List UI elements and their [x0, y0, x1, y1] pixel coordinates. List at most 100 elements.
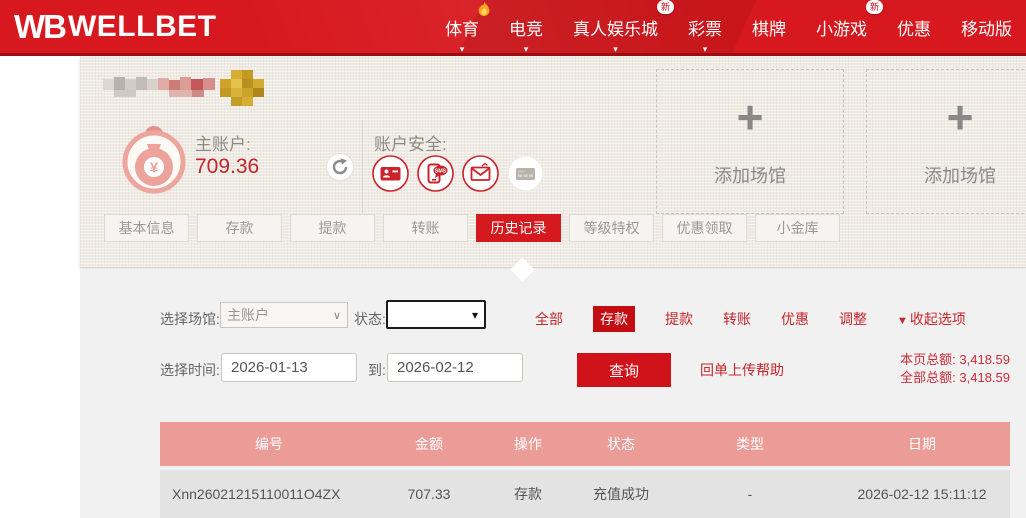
date-from-input[interactable]	[221, 353, 357, 382]
col-header-date: 日期	[908, 436, 936, 452]
nav-item-label: 真人娱乐城	[573, 20, 658, 39]
nav-item-lottery[interactable]: 彩票 ▾	[688, 13, 722, 54]
totals-summary: 本页总额: 3,418.59 全部总额: 3,418.59	[900, 351, 1010, 387]
money-bag-icon: ¥	[120, 118, 188, 199]
add-venue-label: 添加场馆	[924, 166, 996, 186]
chevron-down-icon: ▾	[471, 307, 478, 322]
status-filter-label: 状态:	[354, 311, 386, 327]
nav-item-label: 小游戏	[816, 20, 867, 39]
nav-item-sports[interactable]: 体育 ▾	[445, 1, 490, 54]
col-header-id: 编号	[255, 436, 283, 452]
plus-icon: +	[736, 91, 764, 143]
account-tabs: 基本信息 存款 提款 转账 历史记录 等级特权 优惠领取 小金库	[104, 214, 840, 242]
plus-icon: +	[946, 91, 974, 143]
date-filter-label: 选择时间:	[160, 362, 220, 378]
filter-adjustment[interactable]: 调整	[839, 309, 867, 329]
cell-operation: 存款	[514, 486, 542, 502]
tab-withdraw[interactable]: 提款	[290, 214, 375, 242]
top-navbar: WB WELLBET 体育 ▾ 电竞 ▾ 真人娱乐城 新 ▾ 彩票 ▾ 棋牌 小…	[0, 0, 1026, 56]
cell-amount: 707.33	[407, 486, 451, 502]
nav-item-esports[interactable]: 电竞 ▾	[509, 13, 543, 54]
table-header-row: 编号 金额 操作 状态 类型 日期	[160, 422, 1010, 466]
filter-deposit[interactable]: 存款	[593, 306, 635, 332]
receipt-upload-help-link[interactable]: 回单上传帮助	[700, 360, 784, 380]
new-badge: 新	[865, 0, 883, 14]
security-icons-row: SMS	[372, 155, 544, 192]
venue-select[interactable]: 主账户 ∨	[220, 302, 348, 328]
cell-status: 充值成功	[593, 486, 649, 502]
page-total-line: 本页总额: 3,418.59	[900, 351, 1010, 369]
tab-vip-privileges[interactable]: 等级特权	[569, 214, 654, 242]
date-to-input[interactable]	[387, 353, 523, 382]
tab-basic-info[interactable]: 基本信息	[104, 214, 189, 242]
history-section: 选择场馆: 主账户 ∨ 状态: ▾ 全部 存款 提款 转账 优惠 调整 ▼ 收起选…	[80, 269, 1026, 518]
filter-promo[interactable]: 优惠	[781, 309, 809, 329]
refresh-icon	[326, 153, 354, 181]
nav-item-label: 体育	[445, 20, 479, 39]
chevron-down-icon: ▾	[459, 44, 465, 54]
chevron-down-icon: ▾	[523, 44, 529, 54]
nav-item-label: 移动版	[961, 20, 1012, 39]
col-header-status: 状态	[607, 436, 635, 452]
tab-transfer[interactable]: 转账	[383, 214, 468, 242]
status-select[interactable]: ▾	[386, 300, 486, 329]
collapse-options-label: 收起选项	[909, 311, 966, 327]
filter-all[interactable]: 全部	[535, 309, 563, 329]
nav-item-live-casino[interactable]: 真人娱乐城 新 ▾	[573, 0, 674, 54]
wellbet-logo-text: WELLBET	[67, 10, 217, 43]
wellbet-logo[interactable]: WB WELLBET	[14, 8, 216, 46]
col-header-type: 类型	[736, 436, 764, 452]
tab-promo-claim[interactable]: 优惠领取	[662, 214, 747, 242]
vip-badge-pixelated	[220, 70, 264, 111]
main-nav: 体育 ▾ 电竞 ▾ 真人娱乐城 新 ▾ 彩票 ▾ 棋牌 小游戏 新 优惠 移动版	[445, 0, 1016, 54]
all-total-value: 3,418.59	[959, 370, 1010, 385]
nav-item-promotions[interactable]: 优惠	[897, 13, 931, 40]
new-badge: 新	[656, 0, 674, 14]
nav-item-label: 棋牌	[752, 20, 786, 39]
add-venue-label: 添加场馆	[714, 166, 786, 186]
add-venue-button[interactable]: + 添加场馆	[656, 69, 844, 214]
col-header-operation: 操作	[514, 436, 542, 452]
col-header-amount: 金额	[415, 436, 443, 452]
collapse-options-toggle[interactable]: ▼ 收起选项	[897, 309, 966, 329]
tab-history[interactable]: 历史记录	[476, 214, 561, 242]
all-total-line: 全部总额: 3,418.59	[900, 369, 1010, 387]
tab-deposit[interactable]: 存款	[197, 214, 282, 242]
refresh-balance-button[interactable]	[326, 153, 354, 181]
nav-item-label: 优惠	[897, 20, 931, 39]
account-panel: ¥ 主账户: 709.36 账户安全: SMS + 添加场馆 + 添加场馆 基本…	[80, 56, 1026, 268]
venue-select-value: 主账户	[227, 307, 269, 323]
wellbet-logo-mark: WB	[14, 8, 67, 45]
wellbet-account-page: WB WELLBET 体育 ▾ 电竞 ▾ 真人娱乐城 新 ▾ 彩票 ▾ 棋牌 小…	[0, 0, 1026, 518]
id-card-icon[interactable]	[372, 155, 409, 192]
venue-filter-label: 选择场馆:	[160, 311, 220, 327]
chevron-down-icon: ▾	[613, 44, 618, 54]
search-button[interactable]: 查询	[577, 353, 671, 387]
nav-item-label: 彩票	[688, 20, 722, 39]
cell-date: 2026-02-12 15:11:12	[857, 486, 987, 502]
nav-item-label: 电竞	[509, 20, 543, 39]
date-to-label: 到:	[368, 362, 386, 378]
nav-item-mobile-version[interactable]: 移动版	[961, 13, 1012, 40]
balance-value: 709.36	[195, 155, 260, 178]
nav-item-mini-games[interactable]: 小游戏 新	[816, 0, 883, 40]
yuan-symbol: ¥	[150, 160, 159, 177]
chevron-down-icon: ▾	[702, 44, 708, 54]
nav-item-board-games[interactable]: 棋牌	[752, 13, 786, 40]
bank-card-icon[interactable]	[507, 155, 544, 192]
table-row: Xnn26021215110011O4ZX 707.33 存款 充值成功 - 2…	[160, 470, 1010, 518]
sms-phone-icon[interactable]: SMS	[417, 155, 454, 192]
tab-vault[interactable]: 小金库	[755, 214, 840, 242]
page-total-value: 3,418.59	[959, 352, 1010, 367]
filter-withdraw[interactable]: 提款	[665, 309, 693, 329]
type-filter-row: 全部 存款 提款 转账 优惠 调整 ▼ 收起选项	[535, 306, 966, 332]
mail-icon[interactable]	[462, 155, 499, 192]
add-venue-button[interactable]: + 添加场馆	[866, 69, 1026, 214]
cell-transaction-id: Xnn26021215110011O4ZX	[172, 486, 341, 502]
censored-username	[103, 75, 215, 105]
filter-transfer[interactable]: 转账	[723, 309, 751, 329]
sms-text: SMS	[435, 169, 447, 175]
history-table: 编号 金额 操作 状态 类型 日期 Xnn26021215110011O4ZX …	[160, 422, 1010, 518]
all-total-label: 全部总额:	[900, 370, 956, 385]
triangle-down-icon: ▼	[897, 315, 908, 327]
